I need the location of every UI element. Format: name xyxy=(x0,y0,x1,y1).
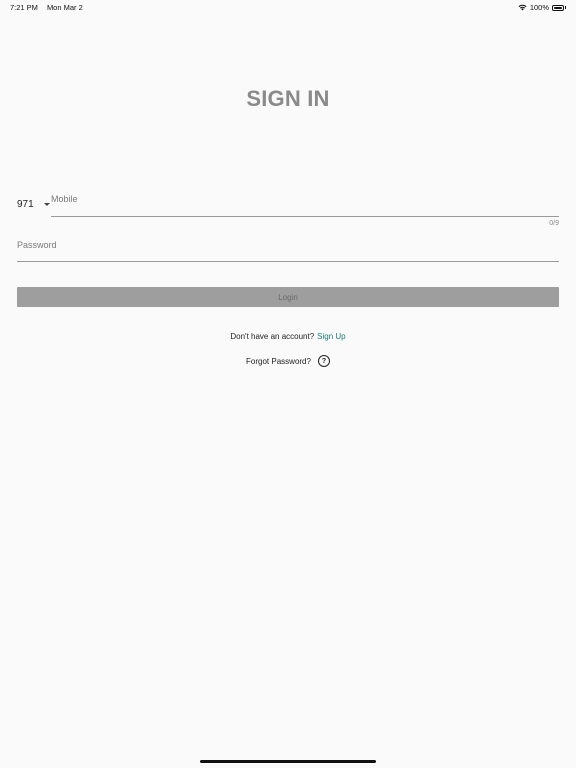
battery-cap xyxy=(565,6,566,9)
mobile-label: Mobile xyxy=(51,194,78,204)
battery-icon xyxy=(552,4,564,11)
password-input[interactable]: Password xyxy=(17,236,559,262)
page-title: SIGN IN xyxy=(246,86,330,111)
help-icon[interactable]: ? xyxy=(317,355,330,367)
status-left: 7:21 PM Mon Mar 2 xyxy=(10,3,83,12)
home-indicator[interactable] xyxy=(200,760,376,763)
mobile-counter: 0/9 xyxy=(549,220,559,227)
status-date: Mon Mar 2 xyxy=(46,3,83,12)
wifi-icon xyxy=(518,4,527,11)
forgot-password-link[interactable]: Forgot Password? xyxy=(246,357,311,366)
status-time: 7:21 PM xyxy=(10,3,38,12)
status-right: 100% xyxy=(518,3,566,12)
country-code-dropdown[interactable]: 971 xyxy=(17,199,50,210)
signup-row: Don't have an account? Sign Up xyxy=(0,332,576,341)
login-button[interactable]: Login xyxy=(17,287,559,307)
signup-prompt: Don't have an account? xyxy=(230,332,315,341)
signup-link[interactable]: Sign Up xyxy=(317,332,345,341)
dropdown-caret-icon xyxy=(43,203,50,206)
password-label: Password xyxy=(17,240,57,250)
status-bar: 7:21 PM Mon Mar 2 100% xyxy=(0,0,576,14)
mobile-input[interactable]: Mobile xyxy=(51,190,559,217)
battery-percent: 100% xyxy=(529,3,549,12)
login-label: Login xyxy=(278,292,298,302)
forgot-row: Forgot Password? ? xyxy=(0,355,576,367)
country-code-value: 971 xyxy=(17,199,34,210)
